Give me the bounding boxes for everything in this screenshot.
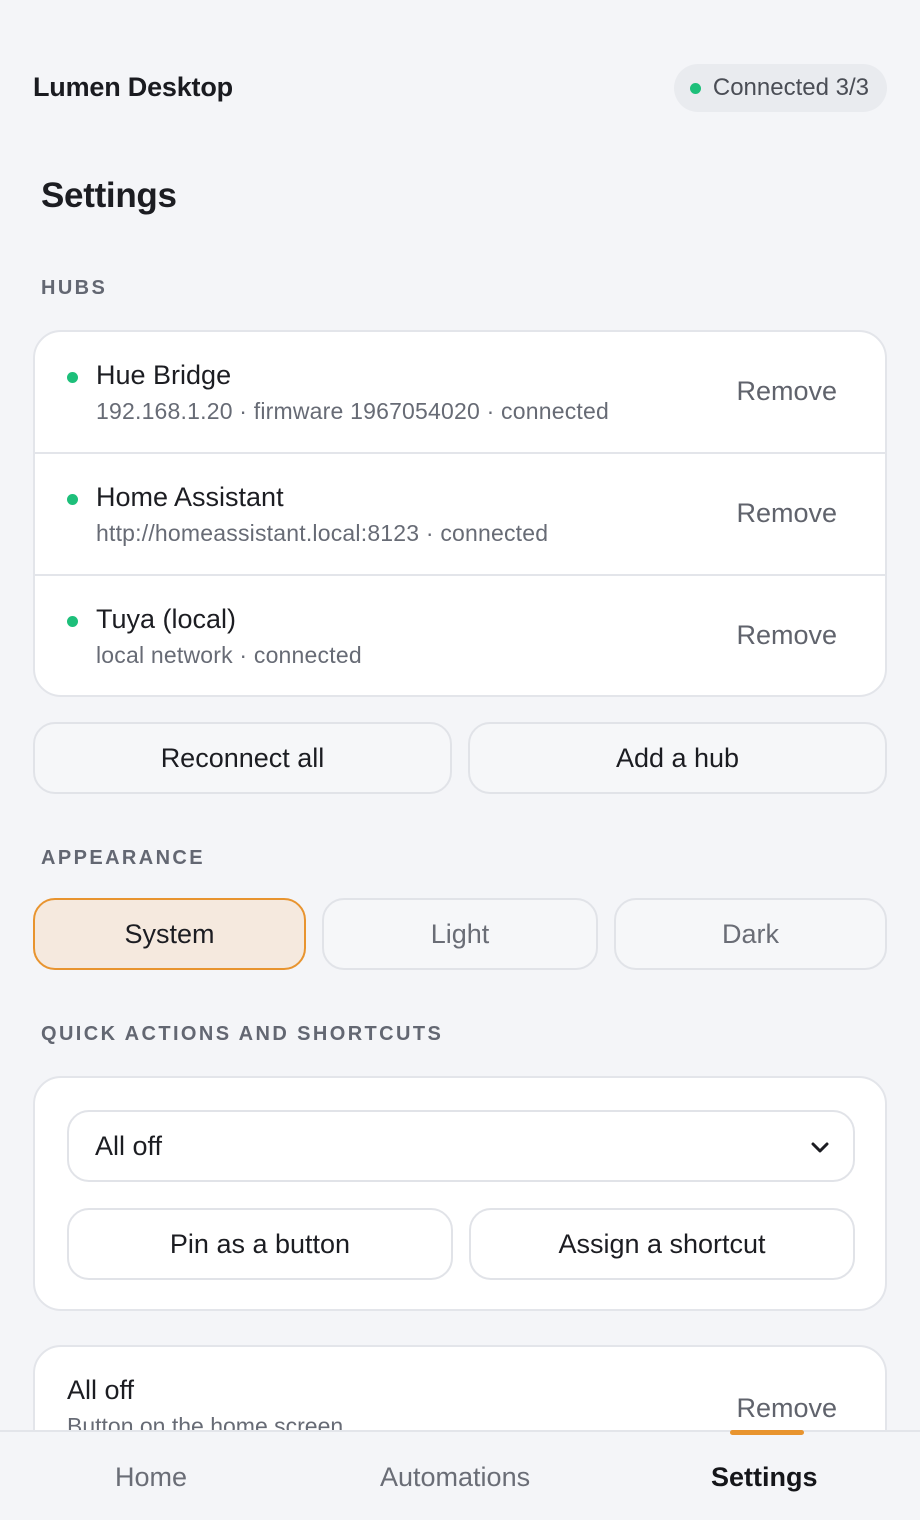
section-label-hubs: HUBS <box>41 277 108 299</box>
appearance-option-light[interactable]: Light <box>322 898 598 970</box>
hub-row-tuya-local: Tuya (local) local network · connected R… <box>35 576 885 695</box>
hub-meta: 192.168.1.20 · firmware 1967054020 · con… <box>96 398 609 424</box>
hub-status-dot-icon <box>67 372 78 383</box>
quick-actions-card: All off Pin as a button Assign a shortcu… <box>33 1076 887 1311</box>
status-dot-icon <box>689 82 701 94</box>
connection-status-badge: Connected 3/3 <box>673 64 887 112</box>
remove-pinned-action-button[interactable]: Remove <box>736 1393 837 1424</box>
hub-row-home-assistant: Home Assistant http://homeassistant.loca… <box>35 454 885 576</box>
nav-item-automations[interactable]: Automations <box>380 1462 530 1493</box>
pinned-action-title: All off <box>67 1375 135 1405</box>
top-bar: Lumen Desktop Connected 3/3 <box>0 0 920 150</box>
app-window: Lumen Desktop Connected 3/3 Settings HUB… <box>0 0 920 1520</box>
chevron-down-icon <box>811 1142 829 1153</box>
nav-item-home[interactable]: Home <box>115 1462 187 1493</box>
action-select[interactable]: All off <box>67 1110 855 1182</box>
hub-status-dot-icon <box>67 616 78 627</box>
remove-hub-button[interactable]: Remove <box>736 620 837 651</box>
bottom-nav: Home Automations Settings <box>0 1430 920 1520</box>
app-title: Lumen Desktop <box>33 72 233 102</box>
hub-status-dot-icon <box>67 494 78 505</box>
hub-name: Tuya (local) <box>96 604 237 634</box>
hub-name: Home Assistant <box>96 482 284 512</box>
hubs-card: Hue Bridge 192.168.1.20 · firmware 19670… <box>33 330 887 697</box>
remove-hub-button[interactable]: Remove <box>736 498 837 529</box>
add-hub-button[interactable]: Add a hub <box>468 722 887 794</box>
connection-status-text: Connected 3/3 <box>712 74 869 101</box>
section-label-appearance: APPEARANCE <box>41 847 206 869</box>
hub-row-hue-bridge: Hue Bridge 192.168.1.20 · firmware 19670… <box>35 332 885 454</box>
page-title: Settings <box>41 176 177 215</box>
hub-name: Hue Bridge <box>96 360 232 390</box>
reconnect-all-button[interactable]: Reconnect all <box>33 722 452 794</box>
section-label-quick-actions: QUICK ACTIONS AND SHORTCUTS <box>41 1023 444 1045</box>
action-select-value: All off <box>95 1130 163 1161</box>
hub-meta: http://homeassistant.local:8123 · connec… <box>96 520 549 546</box>
active-tab-indicator <box>730 1430 804 1435</box>
nav-item-settings[interactable]: Settings <box>711 1462 818 1493</box>
pin-as-button-button[interactable]: Pin as a button <box>67 1208 453 1280</box>
hub-meta: local network · connected <box>96 642 362 668</box>
remove-hub-button[interactable]: Remove <box>736 376 837 407</box>
appearance-option-system[interactable]: System <box>33 898 306 970</box>
appearance-option-dark[interactable]: Dark <box>614 898 887 970</box>
assign-shortcut-button[interactable]: Assign a shortcut <box>469 1208 855 1280</box>
